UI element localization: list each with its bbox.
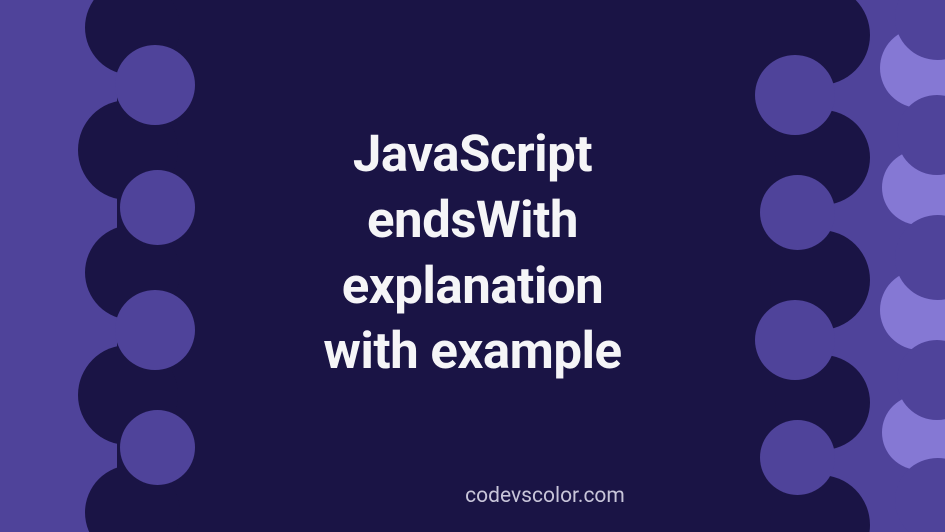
- blob-notch: [115, 45, 195, 125]
- watermark-text: codevscolor.com: [0, 484, 945, 508]
- blob-notch: [120, 410, 195, 485]
- banner-title: JavaScript endsWith explanation with exa…: [0, 122, 945, 385]
- title-line: JavaScript: [353, 125, 592, 184]
- title-line: with example: [323, 322, 621, 381]
- title-line: endsWith: [367, 191, 578, 250]
- banner-graphic: JavaScript endsWith explanation with exa…: [0, 0, 945, 532]
- title-line: explanation: [342, 257, 603, 316]
